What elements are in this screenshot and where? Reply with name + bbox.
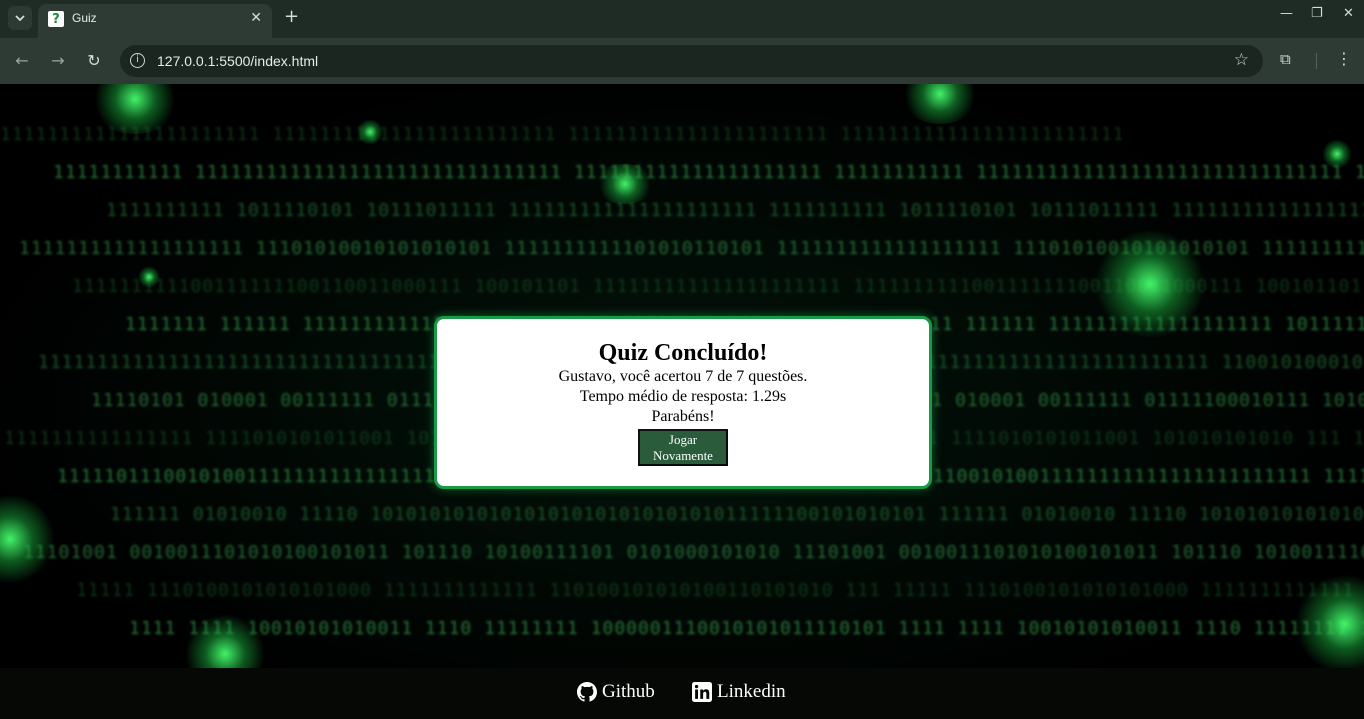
browser-toolbar: ← → ↻ i 127.0.0.1:5500/index.html ☆ ⧉ ⋮ [0,38,1364,84]
congrats-text: Parabéns! [651,408,715,425]
play-again-label-1: Jogar [668,432,698,447]
close-icon[interactable]: ✕ [250,10,262,26]
extensions-icon[interactable]: ⧉ [1280,50,1300,70]
matrix-text-row: 1111111111 1011110101 10111011111 111111… [106,200,1364,221]
menu-icon[interactable]: ⋮ [1336,49,1352,68]
linkedin-link[interactable]: Linkedin [692,681,786,703]
address-bar[interactable]: i 127.0.0.1:5500/index.html ☆ [120,45,1263,77]
github-label: Github [602,681,655,702]
star-icon[interactable]: ☆ [1234,50,1249,70]
page-viewport: 1111111111111111111111 11111111111111111… [0,84,1364,719]
github-link[interactable]: Github [577,681,655,703]
toolbar-divider [1316,53,1317,69]
restore-icon[interactable]: ❐ [1311,6,1323,21]
tab-search-icon [15,15,25,21]
glow-spot [357,119,383,145]
matrix-text-row: 1111111111111111111111 11111111111111111… [0,124,1125,145]
linkedin-label: Linkedin [717,681,786,702]
browser-tab-bar: ? Guiz ✕ + — ❐ ✕ [0,0,1364,38]
site-info-icon[interactable]: i [130,53,145,68]
tab-favicon-icon: ? [48,11,64,27]
forward-icon[interactable]: → [48,51,68,71]
score-text: Gustavo, você acertou 7 de 7 questões. [558,368,808,385]
average-time-text: Tempo médio de resposta: 1.29s [579,388,787,405]
quiz-result-modal: Quiz Concluído! Gustavo, você acertou 7 … [434,316,932,489]
modal-title: Quiz Concluído! [598,340,768,366]
browser-tab[interactable]: ? Guiz ✕ [38,4,272,38]
matrix-text-row: 11101001 0010011101010100101011 101110 1… [23,542,1364,563]
glow-spot [900,84,980,124]
page-footer: Github Linkedin [0,668,1364,719]
new-tab-icon[interactable]: + [284,6,302,30]
glow-spot [138,266,160,288]
glow-spot [1095,229,1205,339]
tab-search-button[interactable] [8,6,32,30]
linkedin-icon [692,682,712,702]
glow-spot [1322,139,1352,169]
window-close-icon[interactable]: ✕ [1343,6,1354,21]
tab-title: Guiz [72,11,97,25]
matrix-text-row: 111111 01010010 11110 101010101010101010… [110,504,1364,525]
matrix-text-row: 11111 1110100101010101000 1111111111111 … [76,580,1364,601]
play-again-label-2: Novamente [653,448,713,463]
play-again-button[interactable]: Jogar Novamente [638,429,728,466]
back-icon[interactable]: ← [12,51,32,71]
minimize-icon[interactable]: — [1280,6,1293,21]
reload-icon[interactable]: ↻ [84,51,104,71]
url-text[interactable]: 127.0.0.1:5500/index.html [157,53,318,69]
github-icon [577,682,597,702]
matrix-text-row: 11111111111 1111111111111111111111111111… [53,162,1364,183]
glow-spot [595,164,655,204]
